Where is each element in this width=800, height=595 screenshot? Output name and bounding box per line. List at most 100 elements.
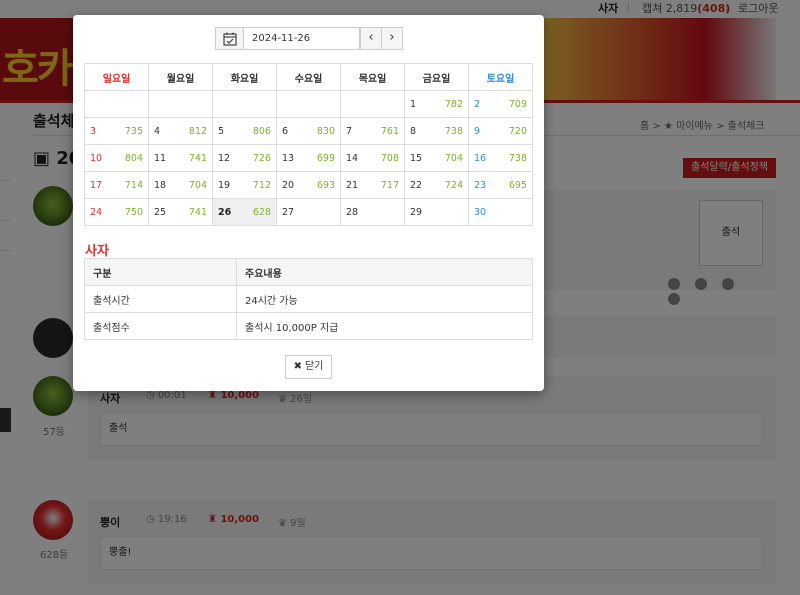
day-number: 9: [474, 125, 481, 137]
column-header: 주요내용: [236, 258, 533, 286]
calendar-day-cell: [276, 90, 341, 118]
calendar-day-cell[interactable]: 10 804: [84, 144, 149, 172]
attendance-count: 741: [188, 206, 207, 218]
calendar-day-cell[interactable]: 6 830: [276, 117, 341, 145]
day-number: 16: [474, 152, 487, 164]
calendar-day-cell[interactable]: 13 699: [276, 144, 341, 172]
day-number: 26: [218, 206, 232, 218]
attendance-count: 750: [124, 206, 143, 218]
day-number: 17: [90, 179, 103, 191]
attendance-count: 738: [444, 125, 463, 137]
day-number: 21: [346, 179, 359, 191]
day-number: 19: [218, 179, 231, 191]
calendar-day-cell[interactable]: 11 741: [148, 144, 213, 172]
attendance-calendar: 일요일 월요일 화요일 수요일 목요일 금요일 토요일 1 782 2 709 3 735…: [84, 63, 533, 226]
day-number: 3: [90, 125, 97, 137]
calendar-day-cell[interactable]: 29: [404, 198, 469, 226]
calendar-day-cell[interactable]: 12 726: [212, 144, 277, 172]
column-header: 구분: [84, 258, 237, 286]
calendar-button[interactable]: [215, 27, 244, 50]
attendance-count: 830: [316, 125, 335, 137]
calendar-day-cell[interactable]: 9 720: [468, 117, 533, 145]
table-cell: 24시간 가능: [236, 285, 533, 313]
weekday-header-row: 일요일 월요일 화요일 수요일 목요일 금요일 토요일: [84, 63, 533, 91]
calendar-day-cell[interactable]: 5 806: [212, 117, 277, 145]
attendance-count: 704: [188, 179, 207, 191]
calendar-day-cell[interactable]: 19 712: [212, 171, 277, 199]
calendar-day-cell[interactable]: 25 741: [148, 198, 213, 226]
calendar-day-cell[interactable]: 2 709: [468, 90, 533, 118]
calendar-day-cell[interactable]: 4 812: [148, 117, 213, 145]
attendance-count: 761: [380, 125, 399, 137]
attendance-count: 717: [380, 179, 399, 191]
table-header-row: 구분 주요내용: [84, 258, 533, 286]
calendar-day-cell: [148, 90, 213, 118]
weekday-header: 월요일: [148, 63, 213, 91]
calendar-day-cell[interactable]: 27: [276, 198, 341, 226]
day-number: 30: [474, 206, 487, 218]
day-number: 22: [410, 179, 423, 191]
prev-month-button[interactable]: ‹: [360, 27, 382, 50]
attendance-count: 695: [508, 179, 527, 191]
calendar-day-cell[interactable]: 8 738: [404, 117, 469, 145]
calendar-day-cell[interactable]: 1 782: [404, 90, 469, 118]
close-button[interactable]: ✖ 닫기: [285, 355, 332, 379]
weekday-header: 토요일: [468, 63, 533, 91]
attendance-count: 720: [508, 125, 527, 137]
attendance-count: 714: [124, 179, 143, 191]
day-number: 1: [410, 98, 417, 110]
attendance-count: 724: [444, 179, 463, 191]
calendar-week-row: 10 804 11 741 12 726 13 699 14 708 15 704 16 738: [84, 144, 533, 172]
day-number: 12: [218, 152, 231, 164]
attendance-count: 804: [124, 152, 143, 164]
day-number: 27: [282, 206, 295, 218]
day-number: 14: [346, 152, 359, 164]
attendance-policy-table: 구분 주요내용 출석시간 24시간 가능 출석점수 출석시 10,000P 지급: [84, 258, 533, 340]
weekday-header: 수요일: [276, 63, 341, 91]
calendar-day-cell[interactable]: 14 708: [340, 144, 405, 172]
weekday-header: 일요일: [84, 63, 149, 91]
day-number: 11: [154, 152, 167, 164]
calendar-day-cell[interactable]: 20 693: [276, 171, 341, 199]
calendar-day-cell[interactable]: 30: [468, 198, 533, 226]
calendar-day-cell[interactable]: 15 704: [404, 144, 469, 172]
day-number: 10: [90, 152, 103, 164]
calendar-day-cell[interactable]: 3 735: [84, 117, 149, 145]
calendar-body: 1 782 2 709 3 735 4 812 5 806 6 830 7 761 8 738 9 720 10 80…: [84, 90, 533, 226]
day-number: 24: [90, 206, 103, 218]
attendance-count: 738: [508, 152, 527, 164]
calendar-week-row: 3 735 4 812 5 806 6 830 7 761 8 738 9 720: [84, 117, 533, 145]
table-cell: 출석점수: [84, 312, 237, 340]
table-row: 출석시간 24시간 가능: [84, 285, 533, 313]
calendar-day-cell[interactable]: 24 750: [84, 198, 149, 226]
attendance-calendar-modal: 2024-11-26 ‹ › 일요일 월요일 화요일 수요일 목요일 금요일 토…: [73, 15, 544, 391]
day-number: 15: [410, 152, 423, 164]
calendar-day-cell[interactable]: 23 695: [468, 171, 533, 199]
calendar-day-cell[interactable]: 21 717: [340, 171, 405, 199]
calendar-week-row: 17 714 18 704 19 712 20 693 21 717 22 724 23 695: [84, 171, 533, 199]
day-number: 28: [346, 206, 359, 218]
calendar-day-cell[interactable]: 18 704: [148, 171, 213, 199]
calendar-day-cell[interactable]: 28: [340, 198, 405, 226]
day-number: 20: [282, 179, 295, 191]
date-field[interactable]: 2024-11-26: [243, 27, 360, 50]
calendar-day-cell[interactable]: 26 628: [212, 198, 277, 226]
day-number: 4: [154, 125, 161, 137]
calendar-day-cell[interactable]: 17 714: [84, 171, 149, 199]
attendance-count: 628: [252, 206, 271, 218]
attendance-count: 735: [124, 125, 143, 137]
attendance-count: 708: [380, 152, 399, 164]
weekday-header: 목요일: [340, 63, 405, 91]
attendance-count: 726: [252, 152, 271, 164]
day-number: 2: [474, 98, 481, 110]
calendar-day-cell[interactable]: 16 738: [468, 144, 533, 172]
calendar-day-cell[interactable]: 22 724: [404, 171, 469, 199]
attendance-count: 741: [188, 152, 207, 164]
attendance-count: 782: [444, 98, 463, 110]
attendance-count: 812: [188, 125, 207, 137]
attendance-count: 806: [252, 125, 271, 137]
calendar-day-cell: [212, 90, 277, 118]
next-month-button[interactable]: ›: [381, 27, 403, 50]
attendance-count: 693: [316, 179, 335, 191]
calendar-day-cell[interactable]: 7 761: [340, 117, 405, 145]
